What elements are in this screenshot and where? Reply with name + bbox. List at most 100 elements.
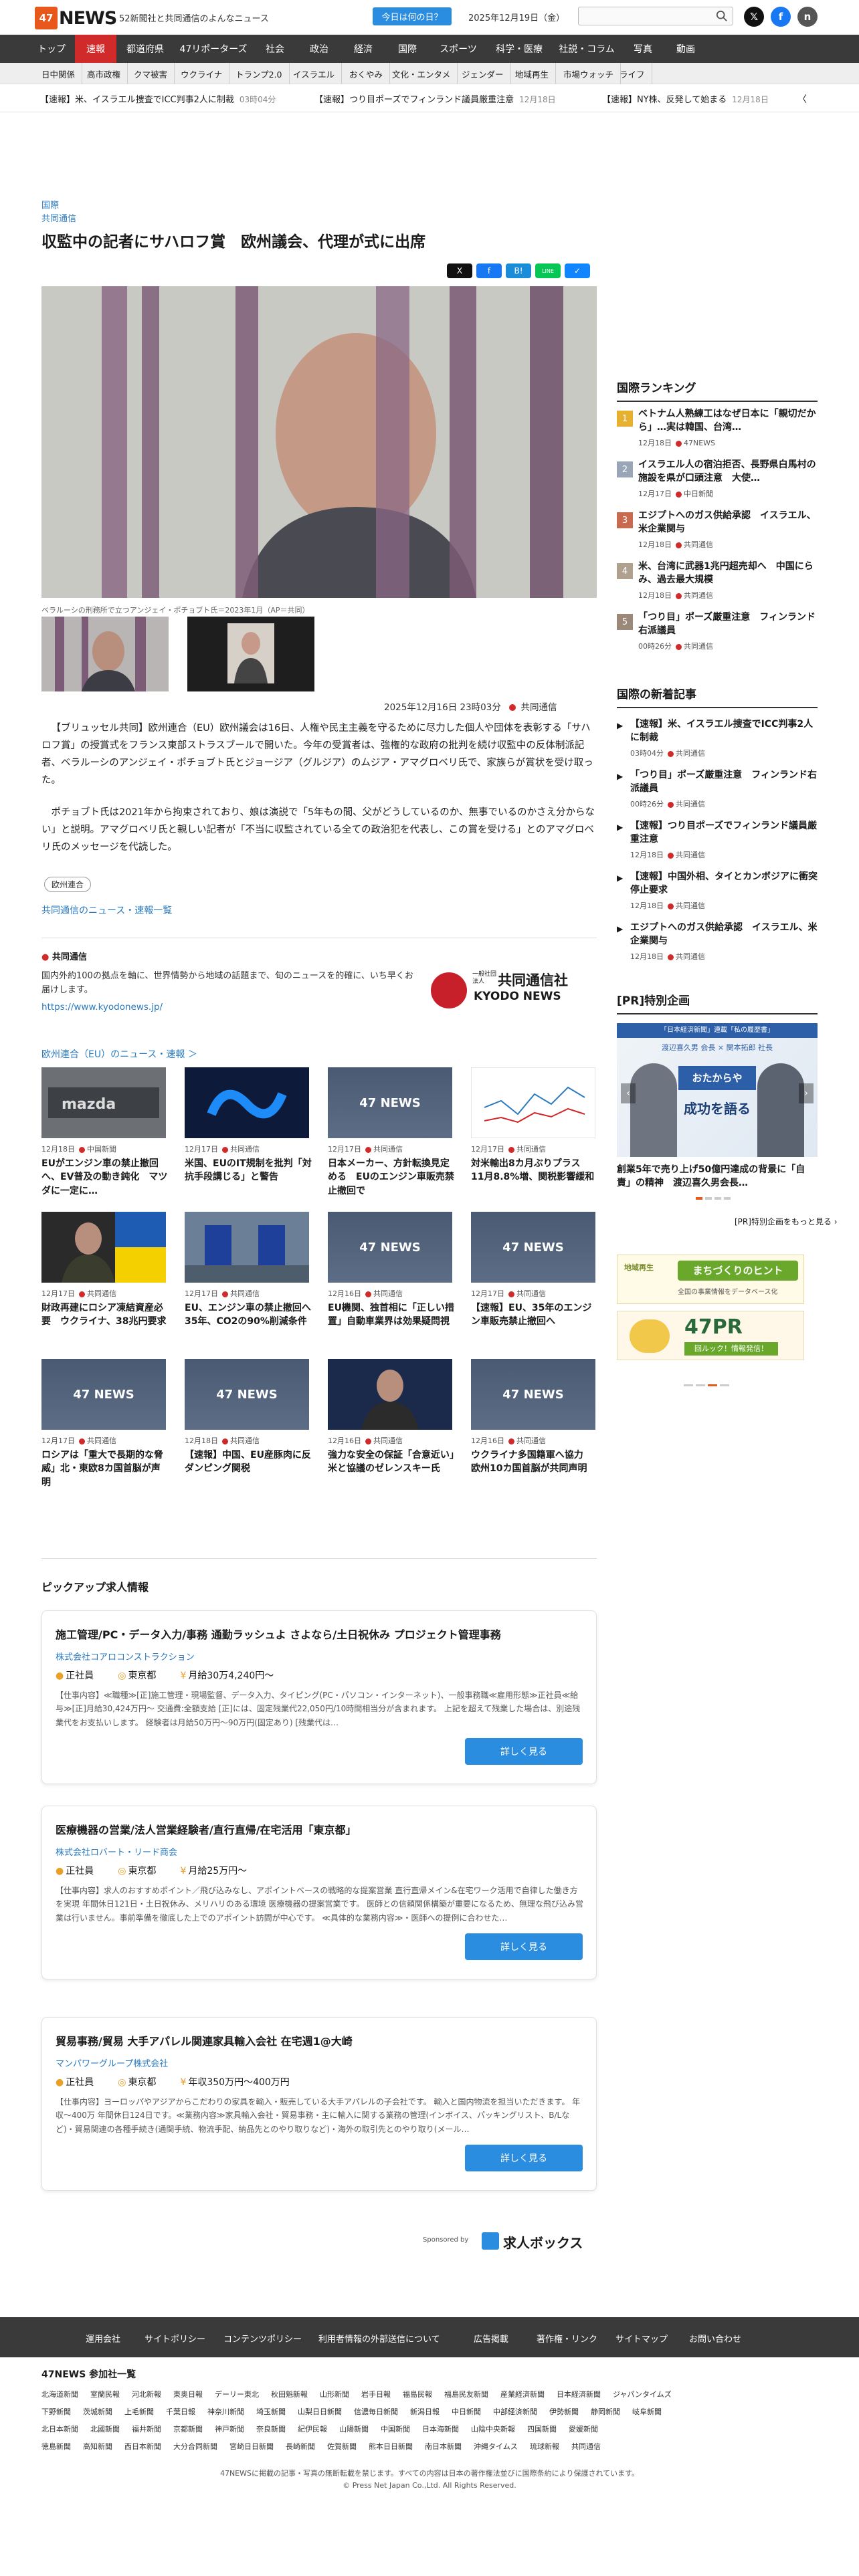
photo-thumbnail-1[interactable]: [41, 617, 169, 691]
sub-nav-item[interactable]: 市場ウォッチ: [557, 63, 622, 84]
partner-link[interactable]: 奈良新聞: [256, 2424, 286, 2434]
partner-link[interactable]: 共同通信: [571, 2441, 601, 2452]
eu-section-heading[interactable]: 欧州連合（EU）のニュース・速報 ＞: [41, 1047, 197, 1061]
partner-link[interactable]: 長崎新聞: [286, 2441, 315, 2452]
carousel-dots[interactable]: [696, 1197, 736, 1200]
carousel-prev-icon[interactable]: ‹: [621, 1083, 636, 1103]
news-card-title[interactable]: 米国、EUのIT規制を批判「対抗手段講じる」と警告: [185, 1157, 312, 1184]
partner-link[interactable]: 愛媛新聞: [569, 2424, 598, 2434]
hero-photo[interactable]: [41, 286, 597, 598]
nav-item[interactable]: 写真: [622, 35, 664, 63]
footer-link[interactable]: 利用者情報の外部送信について: [318, 2332, 440, 2345]
job-details-button[interactable]: 詳しく見る: [465, 2145, 583, 2171]
partner-link[interactable]: 紀伊民報: [298, 2424, 327, 2434]
partner-link[interactable]: 秋田魁新報: [271, 2389, 308, 2399]
logo-mark[interactable]: 47: [35, 7, 58, 29]
photo-thumbnail-2[interactable]: [187, 617, 314, 691]
news-card-title[interactable]: 対米輸出8カ月ぶりプラス 11月8.8%増、関税影響緩和: [471, 1157, 598, 1184]
pr-banner[interactable]: 「日本経済新聞」連載「私の履歴書」 渡辺喜久男 会長 × 関本拓郎 社長 おたか…: [617, 1023, 818, 1157]
partner-link[interactable]: 琉球新報: [530, 2441, 559, 2452]
job-details-button[interactable]: 詳しく見る: [465, 1738, 583, 1765]
ad-47pr[interactable]: 47PR 回ルック！情報発信！: [617, 1311, 804, 1360]
news-card-image[interactable]: 47 NEWS: [185, 1359, 309, 1430]
partner-link[interactable]: 室蘭民報: [90, 2389, 120, 2399]
nav-item[interactable]: 科学・医療: [487, 35, 551, 63]
job-title[interactable]: 貿易事務/貿易 大手アパレル関連家具輸入会社 在宅週1@大崎: [56, 2032, 353, 2048]
nav-item[interactable]: 都道府県: [116, 35, 174, 63]
sub-nav-item[interactable]: おくやみ: [343, 63, 391, 84]
job-card[interactable]: 施工管理/PC・データ入力/事務 通勤ラッシュよ さよなら/土日祝休み プロジェ…: [41, 1610, 597, 1784]
x-icon[interactable]: 𝕏: [744, 7, 764, 27]
partner-link[interactable]: 熊本日日新聞: [369, 2441, 413, 2452]
partner-link[interactable]: 福井新聞: [132, 2424, 161, 2434]
partner-link[interactable]: 京都新聞: [173, 2424, 203, 2434]
pr-caption[interactable]: 創業5年で売り上げ50億円達成の背景に「自責」の精神 渡辺喜久男会長…: [617, 1164, 818, 1190]
partner-link[interactable]: 上毛新聞: [124, 2406, 154, 2417]
article-source-link[interactable]: 共同通信: [41, 211, 76, 224]
newest-item[interactable]: ▶ 【速報】つり目ポーズでフィンランド議員厳重注意 12月18日 共同通信: [617, 820, 818, 867]
partner-link[interactable]: 日本海新聞: [422, 2424, 459, 2434]
ranking-item[interactable]: 5 「つり目」ポーズ厳重注意 フィンランド右派議員 00時26分 共同通信: [617, 611, 818, 658]
nav-item[interactable]: 速報: [75, 35, 116, 63]
search-input[interactable]: [578, 7, 733, 25]
partner-link[interactable]: 中日新聞: [452, 2406, 481, 2417]
more-news-link[interactable]: 共同通信のニュース・速報一覧: [41, 903, 172, 917]
newest-title[interactable]: 【速報】米、イスラエル捜査でICC判事2人に制裁: [630, 718, 818, 744]
newest-item[interactable]: ▶ 【速報】中国外相、タイとカンボジアに衝突停止要求 12月18日 共同通信: [617, 871, 818, 918]
newest-item[interactable]: ▶ エジプトへのガス供給承認 イスラエル、米企業関与 12月18日 共同通信: [617, 922, 818, 968]
partner-link[interactable]: 山形新聞: [320, 2389, 349, 2399]
news-card-image[interactable]: 47 NEWS: [471, 1212, 595, 1283]
news-card-image[interactable]: [328, 1359, 452, 1430]
footer-link[interactable]: サイトマップ: [615, 2332, 668, 2345]
share-line-button[interactable]: LINE: [535, 263, 561, 278]
job-card[interactable]: 医療機器の営業/法人営業経験者/直行直帰/在宅活用「東京都」 株式会社ロバート・リ…: [41, 1806, 597, 1979]
partner-link[interactable]: 中国新聞: [381, 2424, 410, 2434]
ticker-next-icon[interactable]: 〈: [797, 92, 807, 106]
ranking-title[interactable]: エジプトへのガス供給承認 イスラエル、米企業関与: [638, 510, 818, 536]
nav-item[interactable]: 経済: [341, 35, 385, 63]
share-hatena-button[interactable]: B!: [506, 263, 531, 278]
partner-link[interactable]: 東奥日報: [173, 2389, 203, 2399]
footer-link[interactable]: サイトポリシー: [145, 2332, 205, 2345]
nav-item[interactable]: 動画: [664, 35, 708, 63]
facebook-icon[interactable]: f: [771, 7, 791, 27]
newest-title[interactable]: エジプトへのガス供給承認 イスラエル、米企業関与: [630, 922, 818, 948]
partner-link[interactable]: 山陰中央新報: [471, 2424, 515, 2434]
partner-link[interactable]: 高知新聞: [83, 2441, 112, 2452]
newest-title[interactable]: 「つり目」ポーズ厳重注意 フィンランド右派議員: [630, 769, 818, 795]
newest-item[interactable]: ▶ 【速報】米、イスラエル捜査でICC判事2人に制裁 03時04分 共同通信: [617, 718, 818, 765]
partner-link[interactable]: 中部経済新聞: [493, 2406, 537, 2417]
article-tag[interactable]: 欧州連合: [44, 877, 92, 892]
partner-link[interactable]: 南日本新聞: [425, 2441, 462, 2452]
news-card-title[interactable]: 強力な安全の保証「合意近い」米と協議のゼレンスキー氏: [328, 1448, 455, 1476]
sub-nav-item[interactable]: ライフ: [613, 63, 652, 84]
footer-link[interactable]: 著作権・リンク: [537, 2332, 597, 2345]
ticker-item[interactable]: 【速報】NY株、反発して始まる 12月18日: [602, 92, 769, 105]
newest-item[interactable]: ▶ 「つり目」ポーズ厳重注意 フィンランド右派議員 00時26分 共同通信: [617, 769, 818, 816]
share-facebook-button[interactable]: f: [476, 263, 502, 278]
partner-link[interactable]: 岩手日報: [361, 2389, 391, 2399]
ticker-item[interactable]: 【速報】米、イスラエル捜査でICC判事2人に制裁 03時04分: [40, 92, 276, 105]
logo-text[interactable]: NEWS: [59, 8, 117, 29]
news-card-image[interactable]: mazda: [41, 1067, 166, 1138]
nav-item[interactable]: 政治: [297, 35, 341, 63]
partner-link[interactable]: 山陽新聞: [339, 2424, 369, 2434]
job-details-button[interactable]: 詳しく見る: [465, 1933, 583, 1960]
news-card-image[interactable]: 47 NEWS: [328, 1067, 452, 1138]
sub-nav-item[interactable]: 地域再生: [508, 63, 557, 84]
news-card-title[interactable]: EUがエンジン車の禁止撤回へ、EV普及の動き鈍化 マツダに一定に…: [41, 1157, 169, 1198]
news-card-title[interactable]: EU機関、独首相に「正しい措置」自動車業界は効果疑問視: [328, 1301, 455, 1329]
carousel-next-icon[interactable]: ›: [799, 1083, 814, 1103]
job-card[interactable]: 貿易事務/貿易 大手アパレル関連家具輸入会社 在宅週1@大崎 マンパワーグループ株…: [41, 2017, 597, 2191]
footer-link[interactable]: コンテンツポリシー: [223, 2332, 302, 2345]
kyodo-logo[interactable]: 一般社団法人 共同通信社 KYODO NEWS: [431, 970, 597, 1010]
partner-link[interactable]: 福島民友新聞: [444, 2389, 488, 2399]
partner-link[interactable]: 岐阜新聞: [632, 2406, 662, 2417]
news-card-title[interactable]: EU、エンジン車の禁止撤回へ 35年、CO2の90%削減条件: [185, 1301, 312, 1329]
nav-item[interactable]: 47リポーターズ: [174, 35, 253, 63]
partner-link[interactable]: デーリー東北: [215, 2389, 259, 2399]
partner-link[interactable]: 静岡新聞: [591, 2406, 620, 2417]
partner-link[interactable]: 信濃毎日新聞: [354, 2406, 398, 2417]
partner-link[interactable]: 日本経済新聞: [557, 2389, 601, 2399]
ranking-title[interactable]: イスラエル人の宿泊拒否、長野県白馬村の施設を県が口頭注意 大使…: [638, 459, 818, 485]
